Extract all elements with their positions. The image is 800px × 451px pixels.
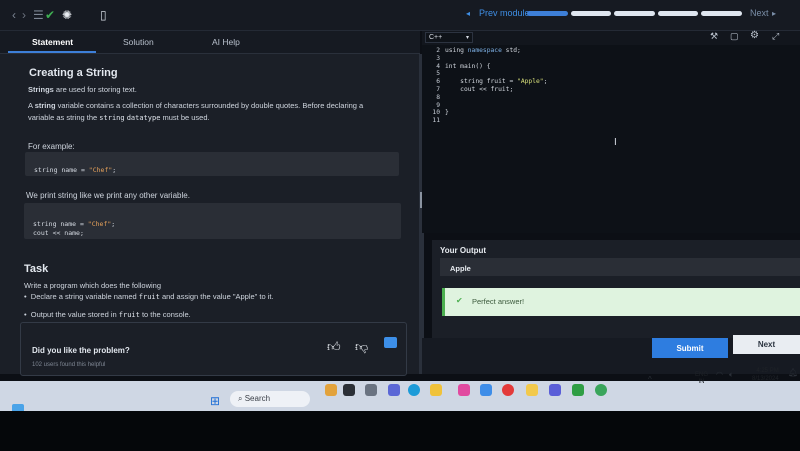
- success-check-icon: ✔: [456, 296, 463, 305]
- sun-icon[interactable]: ✺: [62, 8, 72, 22]
- magic-wand-icon[interactable]: ⚒: [710, 31, 718, 42]
- feedback-question: Did you like the problem?: [32, 346, 130, 355]
- opera-icon[interactable]: [502, 384, 514, 396]
- app-icon[interactable]: [549, 384, 561, 396]
- tab-statement[interactable]: Statement: [32, 37, 73, 47]
- wifi-icon[interactable]: ◠: [716, 370, 723, 379]
- progress-segment: [657, 11, 699, 16]
- instagram-icon[interactable]: [458, 384, 470, 396]
- notes-icon[interactable]: [526, 384, 538, 396]
- line-number: 9: [436, 101, 440, 109]
- thumbs-up-icon[interactable]: 👍︎: [327, 339, 341, 355]
- search-icon: ⌕: [238, 394, 243, 403]
- verdict-text: Perfect answer!: [472, 297, 525, 306]
- code-line: string fruit = "Apple";: [445, 78, 548, 86]
- editor-toolbar: [422, 31, 800, 45]
- tab-ai-help[interactable]: AI Help: [212, 37, 240, 47]
- code-line: cout << fruit;: [445, 85, 514, 93]
- output-title: Your Output: [440, 246, 487, 255]
- print-description: We print string like we print any other …: [26, 191, 190, 200]
- next-module-link[interactable]: Next: [750, 8, 769, 18]
- line-number: 4: [436, 62, 440, 70]
- output-box: [440, 258, 800, 276]
- prev-module-link[interactable]: Prev module: [479, 8, 530, 18]
- line-number: 3: [436, 54, 440, 62]
- example-code-block-1: string name = "Chef";: [25, 152, 399, 176]
- list-icon[interactable]: ☰: [33, 8, 44, 22]
- windows-taskbar: [0, 381, 800, 411]
- clock[interactable]: 4:25 PM 8/13/2024: [752, 367, 779, 383]
- settings-gear-icon[interactable]: ⚙: [750, 30, 759, 41]
- code-line: }: [445, 109, 449, 117]
- line-number: 11: [432, 117, 440, 125]
- forward-arrow-icon[interactable]: ›: [22, 8, 26, 22]
- taskbar-search[interactable]: ⌕ Search: [230, 391, 310, 407]
- chrome-icon[interactable]: [595, 384, 607, 396]
- line-number: 6: [436, 78, 440, 86]
- task-bullet-2: • Output the value stored in fruit to th…: [24, 310, 191, 319]
- task-view-icon[interactable]: [365, 384, 377, 396]
- task-bullet-1: • Declare a string variable named fruit …: [24, 292, 274, 301]
- volume-icon[interactable]: 🔈︎: [729, 370, 734, 380]
- app-icon[interactable]: [480, 384, 492, 396]
- code-line: int main() {: [445, 62, 491, 70]
- chevron-left-icon[interactable]: ◂: [466, 7, 470, 21]
- line-number: 2: [436, 47, 440, 54]
- submit-button[interactable]: Submit: [652, 338, 728, 358]
- progress-segment: [614, 11, 655, 16]
- progress-segment: [701, 11, 742, 16]
- teams-icon[interactable]: [388, 384, 400, 396]
- output-value: Apple: [450, 264, 471, 273]
- chevron-down-icon: ▾: [465, 35, 469, 41]
- line-number: 7: [436, 85, 440, 93]
- task-title: Task: [24, 263, 49, 275]
- language-select[interactable]: C++ ▾: [425, 32, 473, 43]
- text-cursor-icon: I: [614, 137, 617, 148]
- edge-icon[interactable]: [408, 384, 420, 396]
- intro-text: Strings are used for storing text.: [28, 85, 137, 94]
- comment-icon[interactable]: [384, 337, 397, 348]
- module-progress-bar: [527, 11, 742, 16]
- screen-bezel: [0, 411, 800, 451]
- xbox-icon[interactable]: [572, 384, 584, 396]
- check-icon: ✔: [45, 8, 56, 22]
- line-number-gutter: 2 3 4 5 6 7 8 9 10 11: [424, 47, 440, 125]
- bookmark-icon[interactable]: ▯: [100, 8, 107, 22]
- string-description: A string variable contains a collection …: [28, 101, 364, 122]
- page-title: Creating a String: [29, 67, 118, 79]
- notification-bell-icon[interactable]: 🔔︎: [788, 368, 798, 377]
- tab-solution[interactable]: Solution: [123, 37, 154, 47]
- back-arrow-icon[interactable]: ‹: [12, 8, 16, 22]
- expand-icon[interactable]: ⤢: [772, 31, 779, 42]
- example-code-block-2: string name = "Chef"; cout << name;: [24, 203, 401, 239]
- next-button[interactable]: Next: [733, 335, 800, 354]
- tray-chevron-up-icon[interactable]: ^: [648, 375, 652, 384]
- windows-start-icon[interactable]: ⊞: [210, 394, 220, 408]
- active-tab-indicator: [8, 51, 96, 53]
- helpful-count: 102 users found this helpful: [32, 362, 106, 368]
- line-number: 10: [432, 109, 440, 117]
- language-indicator[interactable]: ENG IN: [695, 372, 708, 386]
- chevron-right-icon[interactable]: ▸: [772, 7, 776, 21]
- source-code[interactable]: using namespace std; int main() { string…: [445, 47, 547, 125]
- app-icon[interactable]: [343, 384, 355, 396]
- code-line: using namespace std;: [445, 47, 521, 54]
- progress-segment: [570, 11, 612, 16]
- line-number: 8: [436, 93, 440, 101]
- app-icon[interactable]: [325, 384, 337, 396]
- file-explorer-icon[interactable]: [430, 384, 442, 396]
- chat-icon[interactable]: ▢: [730, 31, 739, 42]
- progress-segment: [527, 11, 568, 16]
- line-number: 5: [436, 70, 440, 78]
- thumbs-down-icon[interactable]: 👎︎: [355, 339, 368, 355]
